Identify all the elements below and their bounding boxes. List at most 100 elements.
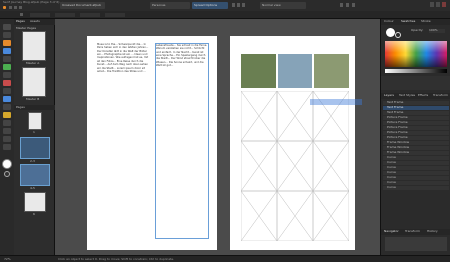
layer-row[interactable]: Picture Frame: [383, 131, 449, 135]
layer-row[interactable]: Curve: [383, 161, 449, 165]
tab-text-styles[interactable]: Text Styles: [399, 94, 417, 98]
fill-colour-well[interactable]: [386, 28, 395, 37]
layer-row[interactable]: Frame Window: [383, 151, 449, 155]
picture-frame-2[interactable]: [278, 54, 312, 88]
picture-frame-tool-icon[interactable]: [3, 64, 11, 70]
page-4-5-thumb[interactable]: [20, 164, 50, 186]
tab-navigator[interactable]: Navigator: [384, 230, 402, 234]
layer-row[interactable]: Curve: [383, 176, 449, 180]
master-b-thumb[interactable]: [22, 67, 46, 97]
shape-tool-icon[interactable]: [3, 80, 11, 86]
grid-icon[interactable]: [237, 3, 240, 7]
page-6-thumb[interactable]: [24, 192, 46, 212]
export-icon[interactable]: [346, 3, 349, 7]
master-b-label: Master B: [26, 98, 40, 101]
close-icon[interactable]: [442, 2, 446, 7]
minimize-icon[interactable]: [430, 2, 434, 7]
y-field[interactable]: [55, 13, 75, 17]
persona-button-mid[interactable]: Spread Options: [192, 2, 228, 9]
move-tool-icon[interactable]: [3, 24, 11, 30]
persona-mid-label: Spread Options: [194, 4, 218, 7]
layer-row[interactable]: Picture Frame: [383, 116, 449, 120]
height-field[interactable]: [105, 13, 125, 17]
persona-left-label: Personas: [152, 4, 166, 7]
tab-colour[interactable]: Colour: [384, 20, 398, 24]
layer-row[interactable]: Picture Frame: [383, 136, 449, 140]
tab-history[interactable]: History: [427, 230, 443, 234]
layer-row[interactable]: Curve: [383, 171, 449, 175]
frame-text-tool-icon[interactable]: [3, 48, 11, 54]
pen-tool-icon[interactable]: [3, 72, 11, 78]
fill-swatch[interactable]: [2, 159, 12, 169]
tab-transform[interactable]: Transform: [433, 94, 449, 98]
tab-transform-bottom[interactable]: Transform: [405, 230, 423, 234]
opacity-field[interactable]: 100%: [429, 29, 445, 33]
pencil-tool-icon[interactable]: [3, 128, 11, 134]
rectangle-tool-icon[interactable]: [3, 88, 11, 94]
x-field[interactable]: [30, 13, 50, 17]
greyscale-swatches[interactable]: [385, 69, 447, 73]
document-canvas[interactable]: Muse is to the... Schwerpunkt die... In …: [55, 19, 380, 255]
layer-row[interactable]: Curve: [383, 186, 449, 190]
right-page[interactable]: [230, 36, 362, 250]
file-icon[interactable]: [14, 6, 17, 9]
align-icon[interactable]: [242, 3, 245, 7]
tab-stroke[interactable]: Stroke: [421, 20, 435, 24]
left-page[interactable]: Muse is to the... Schwerpunkt die... In …: [87, 36, 217, 250]
layer-row[interactable]: Frame Window: [383, 141, 449, 145]
tab-effects[interactable]: Effects: [418, 94, 432, 98]
navigator-preview[interactable]: [385, 237, 447, 251]
maximize-icon[interactable]: [436, 2, 440, 7]
preview-icon[interactable]: [340, 3, 343, 7]
transparency-tool-icon[interactable]: [3, 112, 11, 118]
layer-row[interactable]: Curve: [383, 181, 449, 185]
node-tool-icon[interactable]: [3, 32, 11, 38]
layer-row[interactable]: Text Frame: [383, 101, 449, 105]
open-icon[interactable]: [19, 6, 22, 9]
layer-row-selected[interactable]: Text Frame: [383, 106, 449, 110]
move-icon[interactable]: [20, 13, 23, 16]
zoom-tool-icon[interactable]: [3, 136, 11, 142]
title-bar: Serif Journey Blog.afpub (Page 3 of 6) -…: [0, 0, 450, 11]
menu-icon[interactable]: [9, 6, 12, 9]
stroke-colour-well[interactable]: [395, 32, 401, 38]
text-frame-column-2[interactable]: Lebensfreude... Sie schaut in die Ferne.…: [155, 43, 209, 239]
hand-tool-icon[interactable]: [3, 144, 11, 150]
layer-row[interactable]: Picture Frame: [383, 126, 449, 130]
fill-tool-icon[interactable]: [3, 104, 11, 110]
stroke-swatch[interactable]: [4, 171, 10, 177]
persona-button-left[interactable]: Personas: [150, 2, 190, 9]
empty-picture-frames-grid[interactable]: [241, 91, 349, 241]
width-field[interactable]: [80, 13, 100, 17]
pages-panel: Pages Assets Master Pages Master A Maste…: [14, 19, 55, 255]
artistic-text-tool-icon[interactable]: [3, 40, 11, 46]
pages-heading: Pages: [16, 106, 25, 109]
ellipse-tool-icon[interactable]: [3, 96, 11, 102]
document-tab[interactable]: Unsaved Document.afpub: [60, 2, 105, 9]
master-a-thumb[interactable]: [22, 31, 46, 61]
layer-row[interactable]: Text Frame: [383, 111, 449, 115]
view-mode-select[interactable]: Normal view: [260, 2, 306, 9]
layer-row[interactable]: Picture Frame: [383, 121, 449, 125]
pages-section-header: Pages: [14, 105, 55, 110]
tab-assets[interactable]: Assets: [30, 20, 44, 24]
table-tool-icon[interactable]: [3, 56, 11, 62]
tab-layers[interactable]: Layers: [384, 94, 398, 98]
layer-row[interactable]: Curve: [383, 166, 449, 170]
layer-row[interactable]: Frame Window: [383, 146, 449, 150]
swatch-grid[interactable]: [385, 41, 447, 67]
share-icon[interactable]: [352, 3, 355, 7]
snap-icon[interactable]: [232, 3, 235, 7]
page-1-thumb[interactable]: [28, 112, 42, 130]
page-2-3-thumb[interactable]: [20, 137, 50, 159]
picture-frame-1[interactable]: [241, 54, 276, 88]
text-frame-column-1[interactable]: Muse is to the... Schwerpunkt die... In …: [97, 43, 151, 239]
picture-frame-3[interactable]: [314, 54, 349, 88]
zoom-level[interactable]: 72%: [4, 258, 16, 262]
tab-swatches[interactable]: Swatches: [401, 20, 419, 24]
recent-swatches: [381, 76, 450, 90]
right-studio-panel: Colour Swatches Stroke Opacity: 100% Lay…: [380, 19, 450, 255]
layer-row[interactable]: Curve: [383, 156, 449, 160]
tab-pages[interactable]: Pages: [16, 20, 28, 24]
crop-tool-icon[interactable]: [3, 120, 11, 126]
